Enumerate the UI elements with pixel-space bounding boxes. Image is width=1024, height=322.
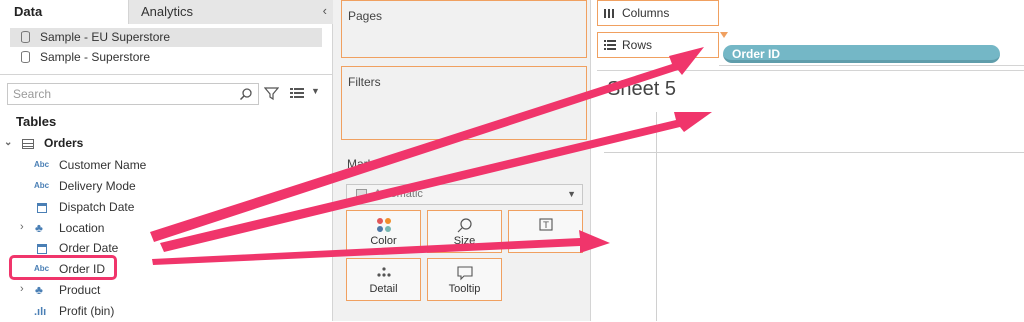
marks-title: Marks <box>347 157 380 171</box>
tables-heading: Tables <box>16 114 57 129</box>
size-label: Size <box>453 235 476 247</box>
view-dropdown-icon[interactable]: ▼ <box>311 86 320 96</box>
text-icon: T <box>539 218 553 231</box>
columns-shelf[interactable] <box>719 0 1024 26</box>
drop-indicator <box>720 32 728 38</box>
table-icon <box>22 139 34 149</box>
sheet-gridline-vertical <box>656 112 657 321</box>
field-location[interactable]: › ♣ Location <box>20 221 320 239</box>
detail-icon <box>377 267 391 277</box>
sheet-gridline-horizontal <box>604 152 1024 153</box>
color-icon <box>377 218 391 232</box>
tab-data[interactable]: Data <box>0 0 128 24</box>
chevron-down-icon[interactable]: ⌄ <box>4 137 12 148</box>
annotation-highlight-box <box>9 255 117 280</box>
hierarchy-icon: ♣ <box>35 283 43 297</box>
columns-label: Columns <box>622 6 670 20</box>
columns-icon <box>604 9 614 18</box>
columns-shelf-label: Columns <box>597 0 719 26</box>
rows-shelf-label: Rows <box>597 32 719 58</box>
search-input[interactable] <box>8 84 228 104</box>
field-label: Product <box>59 283 101 297</box>
rows-label: Rows <box>622 38 653 52</box>
field-label: Delivery Mode <box>59 179 136 193</box>
database-icon <box>21 31 30 43</box>
marks-text-button[interactable]: T <box>508 210 583 253</box>
chevron-right-icon[interactable]: › <box>20 283 24 295</box>
field-label: Profit (bin) <box>59 304 115 318</box>
field-customer-name[interactable]: Abc Customer Name <box>20 158 320 176</box>
filters-card[interactable]: Filters <box>341 66 587 140</box>
search-box[interactable] <box>7 83 259 105</box>
database-icon <box>21 51 30 63</box>
detail-label: Detail <box>369 283 398 295</box>
collapse-pane-icon[interactable]: ‹ <box>323 3 327 18</box>
field-label: Location <box>59 221 105 235</box>
data-source-label: Sample - EU Superstore <box>40 30 171 44</box>
marks-color-button[interactable]: Color <box>346 210 421 253</box>
pages-title: Pages <box>348 9 383 23</box>
filters-title: Filters <box>348 75 381 89</box>
string-type-icon: Abc <box>34 181 50 190</box>
search-icon[interactable] <box>239 87 253 101</box>
pages-card[interactable]: Pages <box>341 0 587 58</box>
rows-icon <box>604 40 616 50</box>
size-icon <box>457 218 472 233</box>
field-delivery-mode[interactable]: Abc Delivery Mode <box>20 179 320 197</box>
field-product[interactable]: › ♣ Product <box>20 283 320 301</box>
mark-type-icon <box>356 189 367 200</box>
data-source-label: Sample - Superstore <box>40 50 151 64</box>
field-label: Order Date <box>59 241 119 255</box>
field-dispatch-date[interactable]: Dispatch Date <box>20 200 320 218</box>
tab-analytics-label: Analytics <box>141 4 194 19</box>
view-list-icon[interactable] <box>290 87 304 99</box>
mark-type-select[interactable]: Automatic ▼ <box>346 184 583 205</box>
color-label: Color <box>370 235 397 247</box>
bins-icon: .ılı <box>34 306 47 318</box>
sheet-canvas[interactable] <box>597 70 1024 321</box>
sheet-title[interactable]: Sheet 5 <box>607 78 676 101</box>
field-label: Dispatch Date <box>59 200 135 214</box>
data-source-superstore[interactable]: Sample - Superstore <box>10 48 322 67</box>
tooltip-icon <box>457 266 473 281</box>
chevron-down-icon: ▼ <box>567 189 576 199</box>
divider <box>0 74 333 75</box>
calendar-icon <box>37 203 47 213</box>
hierarchy-icon: ♣ <box>35 221 43 235</box>
chevron-right-icon[interactable]: › <box>20 221 24 233</box>
data-source-eu-superstore[interactable]: Sample - EU Superstore <box>10 28 322 47</box>
marks-size-button[interactable]: Size <box>427 210 502 253</box>
field-label: Customer Name <box>59 158 147 172</box>
marks-tooltip-button[interactable]: Tooltip <box>427 258 502 301</box>
table-label: Orders <box>44 136 84 150</box>
svg-text:T: T <box>542 221 549 231</box>
string-type-icon: Abc <box>34 160 50 169</box>
rows-shelf-border <box>719 65 1024 66</box>
marks-detail-button[interactable]: Detail <box>346 258 421 301</box>
data-pane: Data Analytics ‹ Sample - EU Superstore … <box>0 0 333 321</box>
filter-icon[interactable] <box>264 86 279 101</box>
calendar-icon <box>37 244 47 254</box>
pane-tabs: Data Analytics ‹ <box>0 0 333 24</box>
tab-analytics[interactable]: Analytics ‹ <box>128 0 333 24</box>
mark-type-value: Automatic <box>374 188 423 200</box>
rows-pill-order-id[interactable]: Order ID <box>723 45 1000 63</box>
tooltip-label: Tooltip <box>448 283 481 295</box>
field-profit-bin[interactable]: .ılı Profit (bin) <box>20 304 320 322</box>
